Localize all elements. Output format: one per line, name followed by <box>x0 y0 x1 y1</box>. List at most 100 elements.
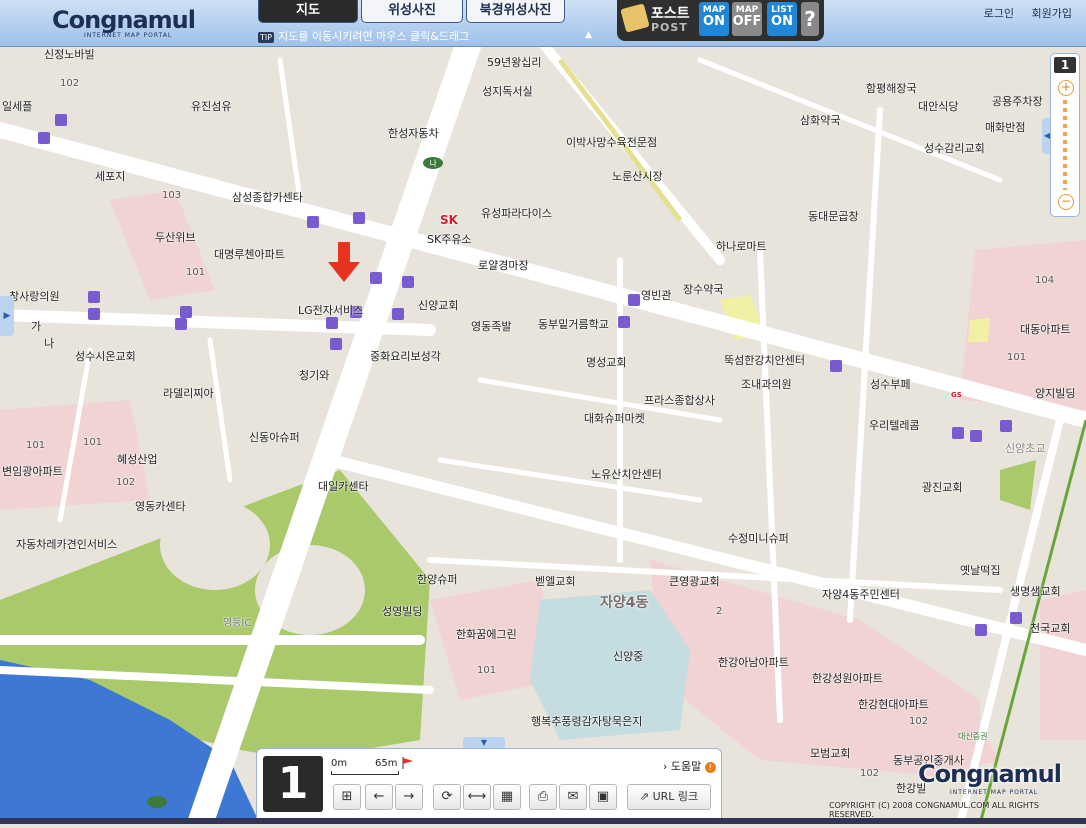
url-link-button[interactable]: ⇗ URL 링크 <box>627 784 711 810</box>
refresh-button[interactable]: ⟳ <box>433 784 461 810</box>
map-label: 양지빌딩 <box>1035 387 1076 400</box>
road-shield-47 <box>147 796 167 808</box>
brand-logo[interactable]: Congnamul <box>52 6 196 34</box>
map-label: 하나로마트 <box>716 240 767 253</box>
help-link-label: 도움말 <box>670 760 702 773</box>
map-label: 유진섬유 <box>191 100 232 113</box>
arrow-left-icon: ← <box>373 789 385 804</box>
tip-collapse-icon[interactable]: ▲ <box>585 30 592 40</box>
road-shield-47: 나 <box>423 157 443 169</box>
building-number: 102 <box>860 768 880 779</box>
link-icon: ⇗ <box>639 790 653 803</box>
window-bottom-strip <box>0 818 1086 824</box>
map-label: 창사랑의원 <box>9 290 60 303</box>
map-label: 59년왕십리 <box>487 56 542 69</box>
post-panel: 포스트 POST MAP ON MAP OFF LIST ON ? <box>617 0 824 41</box>
bus-stop-icon <box>88 291 100 303</box>
zoom-slider[interactable] <box>1063 100 1067 190</box>
list-on-button[interactable]: LIST ON <box>767 2 797 36</box>
map-on-state: ON <box>703 14 725 29</box>
building-number: 103 <box>162 190 182 201</box>
building-number: 101 <box>83 437 103 448</box>
map-label: 대동아파트 <box>1020 323 1071 336</box>
post-sub-label: POST <box>651 21 688 34</box>
building-number: 102 <box>909 716 929 727</box>
post-icon[interactable] <box>620 3 650 33</box>
help-link[interactable]: › 도움말 ! <box>663 758 716 774</box>
map-label: 큰영광교회 <box>669 575 720 588</box>
map-label: 한강성원아파트 <box>812 672 883 685</box>
building-number: 101 <box>1007 352 1027 363</box>
map-label: 천국교회 <box>1030 622 1071 635</box>
bus-stop-icon <box>618 316 630 328</box>
map-label: 프라스종합상사 <box>644 394 715 407</box>
map-label: 변임광아파트 <box>2 465 63 478</box>
bus-stop-icon <box>88 308 100 320</box>
map-label: 한양슈퍼 <box>417 573 458 586</box>
zoom-out-button[interactable]: − <box>1058 194 1074 210</box>
building-number: 101 <box>26 440 46 451</box>
area-button[interactable]: ▦ <box>493 784 521 810</box>
help-icon[interactable]: ? <box>801 2 819 36</box>
distance-button[interactable]: ⟷ <box>463 784 491 810</box>
map-label: 동대문곱창 <box>808 210 859 223</box>
ruler-icon: ⟷ <box>467 789 487 804</box>
map-label: 광진교회 <box>922 481 963 494</box>
map-label: 한강현대아파트 <box>858 698 929 711</box>
map-label: 혜성산업 <box>117 453 158 466</box>
save-button[interactable]: ▣ <box>589 784 617 810</box>
map-label: 영동족발 <box>471 320 512 333</box>
zoom-in-button[interactable]: + <box>1058 80 1074 96</box>
map-canvas[interactable]: 나 신정노바빌 59년왕십리 성지독서실 함평해장국 대안식당 공용주차장 일세… <box>0 0 1086 828</box>
map-on-button[interactable]: MAP ON <box>699 2 729 36</box>
market-block <box>968 318 990 342</box>
back-button[interactable]: ← <box>365 784 393 810</box>
crosshair-icon: ⊞ <box>341 789 353 804</box>
bottom-toolbar: 1 0m 65m › 도움말 ! ⊞ ← → ⟳ ⟷ ▦ ⎙ ✉ ▣ ⇗ URL… <box>256 748 722 820</box>
sk-logo: SK <box>440 213 458 227</box>
building-number: 101 <box>477 665 497 676</box>
flag-icon <box>402 757 413 769</box>
tab-map[interactable]: 지도 <box>258 0 358 23</box>
map-label: 대신증권 <box>958 732 988 741</box>
center-target-button[interactable]: ⊞ <box>333 784 361 810</box>
tab-north-korea-satellite[interactable]: 북경위성사진 <box>466 0 565 23</box>
login-link[interactable]: 로그인 <box>984 7 1014 20</box>
map-label: 한성자동차 <box>388 127 439 140</box>
map-label: 함평해장국 <box>866 82 917 95</box>
left-panel-toggle[interactable]: ▶ <box>0 296 14 336</box>
map-label: 영동IC <box>223 618 252 629</box>
bus-stop-icon <box>326 317 338 329</box>
map-label: 수정미니슈퍼 <box>728 532 789 545</box>
map-label: 뚝섬한강치안센터 <box>724 354 805 367</box>
map-off-button[interactable]: MAP OFF <box>732 2 762 36</box>
print-button[interactable]: ⎙ <box>529 784 557 810</box>
map-label: 매화반점 <box>985 121 1026 134</box>
road-shield-text: 나 <box>429 159 437 168</box>
map-label: 우리텔레콤 <box>869 419 920 432</box>
email-button[interactable]: ✉ <box>559 784 587 810</box>
map-label: 성수시온교회 <box>75 350 136 363</box>
bus-stop-icon <box>330 338 342 350</box>
map-label: 조내과의원 <box>741 378 792 391</box>
post-label[interactable]: 포스트 <box>651 3 690 23</box>
building-number: 104 <box>1035 275 1055 286</box>
map-label: 로얄경마장 <box>478 259 529 272</box>
forward-button[interactable]: → <box>395 784 423 810</box>
map-label: 공용주차장 <box>992 95 1043 108</box>
bus-stop-icon <box>970 430 982 442</box>
info-icon: ! <box>704 762 716 773</box>
bus-stop-icon <box>175 318 187 330</box>
map-label: 옛날떡집 <box>960 564 1001 577</box>
bus-stop-icon <box>307 216 319 228</box>
zoom-control: 1 + − <box>1050 53 1080 217</box>
map-label: 삼화약국 <box>800 114 841 127</box>
map-off-state: OFF <box>732 14 762 29</box>
map-label: 성지독서실 <box>482 85 533 98</box>
gs-logo: GS <box>951 391 962 399</box>
join-link[interactable]: 회원가입 <box>1032 7 1072 20</box>
bus-stop-icon <box>830 360 842 372</box>
map-label: 신양초교 <box>1005 442 1046 455</box>
tab-satellite[interactable]: 위성사진 <box>361 0 463 23</box>
bus-stop-icon <box>370 272 382 284</box>
